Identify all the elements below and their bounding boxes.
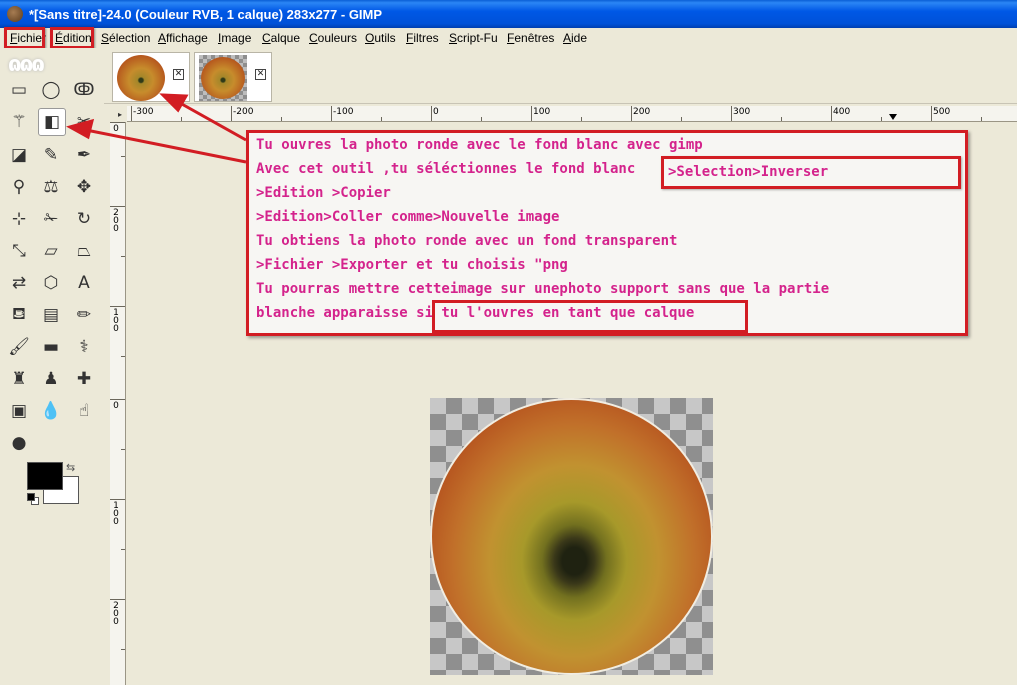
menu-script-fu[interactable]: Script-Fu: [449, 31, 498, 45]
ruler-label: 100: [113, 501, 119, 527]
calque-highlight: [432, 300, 748, 333]
vertical-ruler[interactable]: 0 200 100 0 100 200: [110, 122, 126, 685]
paintbrush-icon[interactable]: 🖌: [5, 333, 33, 361]
ink-icon[interactable]: ♜: [5, 365, 33, 393]
round-apple-photo: [430, 398, 713, 675]
ruler-label: 200: [113, 601, 119, 627]
ruler-label: 0: [113, 401, 119, 411]
photo-thumbnail-icon: [117, 55, 165, 101]
menu-filtres[interactable]: Filtres: [406, 31, 439, 45]
ruler-label: 200: [633, 107, 651, 117]
close-icon[interactable]: ✕: [173, 69, 184, 80]
scissors-icon[interactable]: ✂: [70, 108, 98, 136]
lasso-icon[interactable]: ↂ: [70, 76, 98, 104]
heal-icon[interactable]: ✚: [70, 365, 98, 393]
window-title: *[Sans titre]-24.0 (Couleur RVB, 1 calqu…: [29, 6, 383, 22]
annotation-line: >Edition >Copier: [256, 185, 391, 201]
scale-icon[interactable]: ⤡: [5, 237, 33, 265]
airbrush-icon[interactable]: ⚕: [70, 333, 98, 361]
gimp-app-icon: [7, 6, 23, 22]
cage-transform-icon[interactable]: ⬡: [37, 269, 65, 297]
perspective-clone-icon[interactable]: ▣: [5, 397, 33, 425]
text-tool-icon[interactable]: A: [70, 269, 98, 297]
window-titlebar: *[Sans titre]-24.0 (Couleur RVB, 1 calqu…: [0, 0, 1017, 28]
perspective-icon[interactable]: ⏢: [70, 237, 98, 265]
crop-icon[interactable]: ✁: [37, 205, 65, 233]
ruler-position-marker: [889, 114, 897, 120]
annotation-line: >Edition>Coller comme>Nouvelle image: [256, 209, 560, 225]
select-by-color-icon[interactable]: ◧: [38, 108, 66, 136]
ruler-label: 400: [833, 107, 851, 117]
blend-icon[interactable]: ▤: [37, 301, 65, 329]
blur-icon[interactable]: 💧: [37, 397, 65, 425]
annotation-line: Tu ouvres la photo ronde avec le fond bl…: [256, 137, 703, 153]
dodge-burn-icon[interactable]: ●: [5, 429, 33, 457]
photo-thumbnail-icon: [201, 57, 245, 99]
menu-couleurs[interactable]: Couleurs: [309, 31, 357, 45]
bucket-fill-icon[interactable]: ⛾: [5, 301, 33, 329]
horizontal-ruler[interactable]: -300 -200 -100 0 100 200 300 400 500: [127, 106, 1017, 122]
annotation-line: Avec cet outil ,tu séléctionnes le fond …: [256, 161, 636, 177]
menu-outils[interactable]: Outils: [365, 31, 396, 45]
menubar: Fichier Édition Sélection Affichage Imag…: [0, 28, 1017, 48]
zoom-icon[interactable]: ⚲: [5, 173, 33, 201]
measure-icon[interactable]: ⚖: [37, 173, 65, 201]
highlight-edition: [50, 27, 94, 49]
annotation-line: >Fichier >Exporter et tu choisis "png: [256, 257, 568, 273]
selection-inverse-callout: >Selection>Inverser: [661, 156, 961, 189]
ruler-label: 100: [533, 107, 551, 117]
highlight-fichier: [4, 27, 45, 49]
ruler-label: 0: [113, 124, 119, 134]
clone-stamp-icon[interactable]: ♟: [37, 365, 65, 393]
fuzzy-select-icon[interactable]: ⚚: [5, 108, 33, 136]
rotate-icon[interactable]: ↻: [70, 205, 98, 233]
swap-colors-icon[interactable]: ⇆: [66, 461, 75, 474]
foreground-select-icon[interactable]: ◪: [5, 141, 33, 169]
image-thumbnail-bar: ✕ ✕: [104, 48, 1017, 104]
color-picker-icon[interactable]: ✒: [70, 141, 98, 169]
selection-note: >Selection>Inverser: [668, 164, 829, 180]
ruler-label: 200: [113, 208, 119, 234]
menu-calque[interactable]: Calque: [262, 31, 300, 45]
foreground-color-swatch[interactable]: [27, 462, 63, 490]
smudge-icon[interactable]: ☝: [70, 397, 98, 425]
ellipse-select-icon[interactable]: ◯: [37, 76, 65, 104]
annotation-line: Tu pourras mettre cetteimage sur unephot…: [256, 281, 830, 297]
menu-fenetres[interactable]: Fenêtres: [507, 31, 554, 45]
pencil-icon[interactable]: ✏: [70, 301, 98, 329]
menu-affichage[interactable]: Affichage: [158, 31, 208, 45]
shear-icon[interactable]: ▱: [37, 237, 65, 265]
move-icon[interactable]: ✥: [70, 173, 98, 201]
image-layer[interactable]: [430, 398, 713, 675]
flip-icon[interactable]: ⇄: [5, 269, 33, 297]
toolbox: ɷɷɷ ▭ ◯ ↂ ⚚ ◧ ✂ ◪ ✎ ✒ ⚲ ⚖ ✥ ⊹ ✁ ↻ ⤡ ▱ ⏢ …: [0, 48, 104, 685]
reset-colors-icon[interactable]: [27, 493, 39, 505]
annotation-line: Tu obtiens la photo ronde avec un fond t…: [256, 233, 678, 249]
menu-selection[interactable]: Sélection: [101, 31, 150, 45]
close-icon[interactable]: ✕: [255, 69, 266, 80]
align-icon[interactable]: ⊹: [5, 205, 33, 233]
wilber-logo-icon: ɷɷɷ: [8, 52, 45, 76]
ruler-menu-icon[interactable]: ▸: [114, 107, 126, 121]
ruler-label: 100: [113, 308, 119, 334]
ruler-label: 0: [433, 107, 439, 117]
menu-image[interactable]: Image: [218, 31, 251, 45]
ruler-label: -200: [233, 107, 254, 117]
image-tab-original[interactable]: ✕: [112, 52, 190, 102]
ruler-label: -300: [133, 107, 154, 117]
ruler-label: 500: [933, 107, 951, 117]
ruler-label: -100: [333, 107, 354, 117]
rect-select-icon[interactable]: ▭: [5, 76, 33, 104]
image-tab-transparent[interactable]: ✕: [194, 52, 272, 102]
ruler-label: 300: [733, 107, 751, 117]
eraser-icon[interactable]: ▬: [37, 333, 65, 361]
paths-icon[interactable]: ✎: [37, 141, 65, 169]
menu-aide[interactable]: Aide: [563, 31, 587, 45]
